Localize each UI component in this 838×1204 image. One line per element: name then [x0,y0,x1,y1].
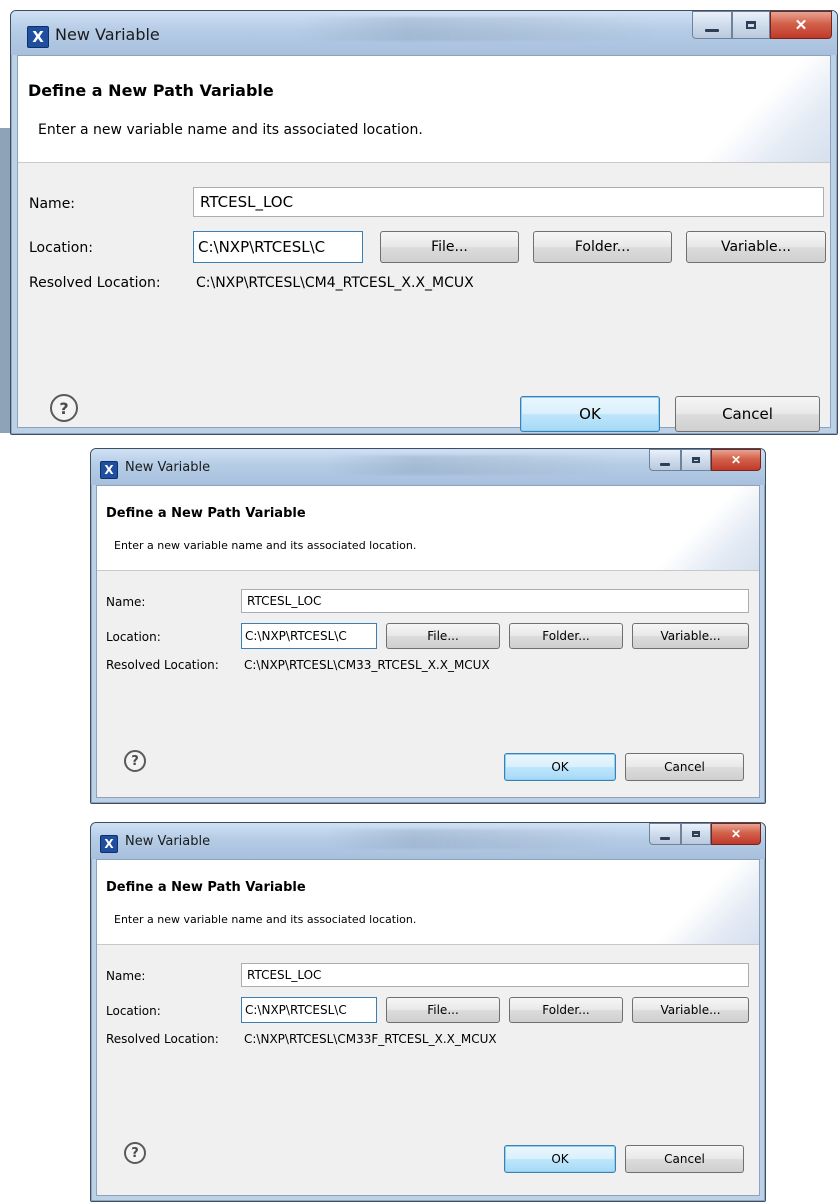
title-bar[interactable]: X New Variable ✕ [91,449,765,485]
new-variable-dialog: X New Variable ✕ Define a New Path Varia… [10,10,838,435]
dialog-content: Define a New Path Variable Enter a new v… [17,55,831,432]
variable-button[interactable]: Variable... [632,997,749,1023]
minimize-icon [705,29,719,33]
header-title: Define a New Path Variable [106,506,306,521]
name-input-value: RTCESL_LOC [200,193,294,211]
close-icon: ✕ [794,17,808,34]
close-button[interactable]: ✕ [711,823,761,845]
location-input-value: C:\NXP\RTCESL\C [245,629,347,643]
location-label: Location: [106,630,161,644]
header-description: Enter a new variable name and its associ… [114,539,417,552]
cancel-button[interactable]: Cancel [675,396,820,432]
dialog-content: Define a New Path Variable Enter a new v… [96,485,760,798]
window-title: New Variable [125,460,211,475]
header-title: Define a New Path Variable [106,880,306,895]
window-title: New Variable [55,25,160,44]
window-edge [0,128,10,433]
minimize-icon [659,463,671,466]
location-label-text: Location: [106,630,161,644]
minimize-button[interactable] [649,449,681,471]
resolved-location-label: Resolved Location: [106,1032,219,1046]
header-description: Enter a new variable name and its associ… [114,913,417,926]
name-input-value: RTCESL_LOC [247,968,322,982]
location-input[interactable]: C:\NXP\RTCESL\C [193,231,363,263]
close-icon: ✕ [730,827,742,841]
resolved-location-label: Resolved Location: [29,275,161,291]
dialog-content: Define a New Path Variable Enter a new v… [96,859,760,1196]
folder-button[interactable]: Folder... [533,231,672,263]
location-label-text: Location: [106,1004,161,1018]
cancel-button[interactable]: Cancel [625,1145,744,1173]
name-label-text: Name: [106,969,146,983]
minimize-button[interactable] [692,11,732,39]
folder-button[interactable]: Folder... [509,623,623,649]
header-title: Define a New Path Variable [28,81,274,100]
name-input-value: RTCESL_LOC [247,594,322,608]
header-banner [653,860,759,944]
name-label: Name: [106,969,145,983]
close-icon: ✕ [730,453,742,467]
header-description: Enter a new variable name and its associ… [38,122,423,138]
folder-button[interactable]: Folder... [509,997,623,1023]
file-button[interactable]: File... [380,231,519,263]
new-variable-icon: X [27,26,49,48]
header-banner [653,486,759,570]
help-icon[interactable]: ? [124,750,146,772]
ok-button[interactable]: OK [504,753,616,781]
location-label-text: Location: [29,240,93,256]
maximize-button[interactable] [732,11,770,39]
ok-button[interactable]: OK [520,396,660,432]
dialog-header: Define a New Path Variable Enter a new v… [18,56,830,163]
name-label: Name: [29,196,75,212]
help-icon[interactable]: ? [50,394,78,422]
location-label: Location: [106,1004,161,1018]
window-title: New Variable [125,834,211,849]
name-input[interactable]: RTCESL_LOC [193,187,824,217]
title-bar[interactable]: X New Variable ✕ [91,823,765,859]
location-input-value: C:\NXP\RTCESL\C [198,238,326,256]
name-input[interactable]: RTCESL_LOC [241,589,749,613]
minimize-button[interactable] [649,823,681,845]
close-button[interactable]: ✕ [711,449,761,471]
variable-button[interactable]: Variable... [632,623,749,649]
resolved-location-value: C:\NXP\RTCESL\CM4_RTCESL_X.X_MCUX [196,275,474,291]
location-input[interactable]: C:\NXP\RTCESL\C [241,623,377,649]
name-label-text: Name: [106,595,146,609]
file-button[interactable]: File... [386,997,500,1023]
resolved-location-value: C:\NXP\RTCESL\CM33F_RTCESL_X.X_MCUX [244,1032,497,1046]
maximize-icon [691,830,701,838]
header-banner [700,56,830,162]
file-button[interactable]: File... [386,623,500,649]
dialog-header: Define a New Path Variable Enter a new v… [97,860,759,945]
new-variable-icon: X [100,461,118,479]
new-variable-dialog: X New Variable ✕ Define a New Path Varia… [90,822,766,1202]
new-variable-icon: X [100,835,118,853]
minimize-icon [659,837,671,840]
variable-button[interactable]: Variable... [686,231,826,263]
ok-button[interactable]: OK [504,1145,616,1173]
location-input[interactable]: C:\NXP\RTCESL\C [241,997,377,1023]
cancel-button[interactable]: Cancel [625,753,744,781]
title-bar[interactable]: X New Variable ✕ [11,11,837,55]
resolved-location-label: Resolved Location: [106,658,219,672]
name-label-text: Name: [29,196,76,212]
dialog-header: Define a New Path Variable Enter a new v… [97,486,759,571]
new-variable-dialog: X New Variable ✕ Define a New Path Varia… [90,448,766,804]
maximize-icon [691,456,701,464]
name-label: Name: [106,595,145,609]
maximize-icon [745,20,757,30]
location-label: Location: [29,240,93,256]
maximize-button[interactable] [681,449,711,471]
location-input-value: C:\NXP\RTCESL\C [245,1003,347,1017]
help-icon[interactable]: ? [124,1142,146,1164]
name-input[interactable]: RTCESL_LOC [241,963,749,987]
maximize-button[interactable] [681,823,711,845]
resolved-location-value: C:\NXP\RTCESL\CM33_RTCESL_X.X_MCUX [244,658,490,672]
close-button[interactable]: ✕ [770,11,832,39]
